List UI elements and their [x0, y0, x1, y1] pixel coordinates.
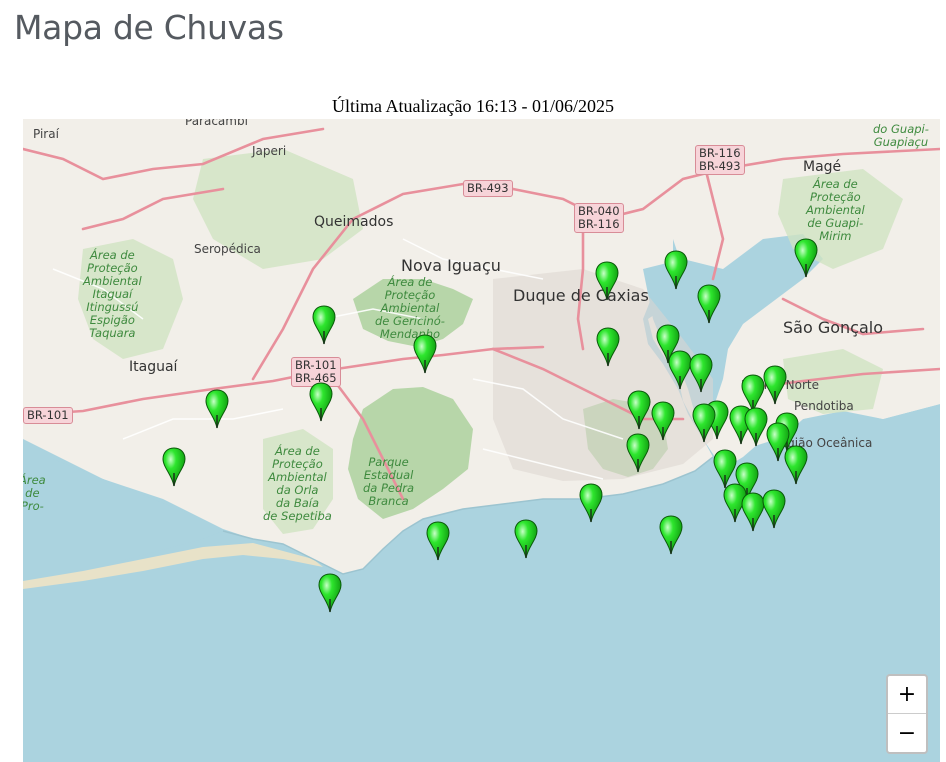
shield-br493: BR-493 [463, 180, 513, 197]
place-sao-goncalo: São Gonçalo [783, 318, 883, 337]
zoom-in-button[interactable]: + [888, 676, 926, 714]
rain-station-marker-icon[interactable] [161, 447, 187, 487]
rain-station-marker-icon[interactable] [783, 445, 809, 485]
rain-station-marker-icon[interactable] [691, 403, 717, 443]
rain-station-marker-icon[interactable] [204, 389, 230, 429]
zoom-control: + − [886, 674, 928, 754]
rain-station-marker-icon[interactable] [696, 284, 722, 324]
rain-map[interactable]: Piraí Paracambi Japeri Queimados Seropéd… [23, 119, 940, 762]
area-itingussu: Área de Proteção Ambiental Itaguaí Iting… [83, 248, 142, 340]
area-guapi-guapiacu: do Guapi- Guapiaçu [873, 122, 929, 149]
place-duque-de-caxias: Duque de Caxias [513, 286, 649, 305]
rain-station-marker-icon[interactable] [311, 305, 337, 345]
shield-br101: BR-101 [23, 407, 73, 424]
rain-station-marker-icon[interactable] [626, 390, 652, 430]
place-nova-iguacu: Nova Iguaçu [401, 256, 501, 275]
rain-station-marker-icon[interactable] [793, 238, 819, 278]
rain-station-marker-icon[interactable] [762, 365, 788, 405]
place-queimados: Queimados [314, 214, 394, 230]
place-japeri: Japeri [252, 144, 287, 158]
rain-station-marker-icon[interactable] [412, 334, 438, 374]
place-itaguai: Itaguaí [129, 359, 178, 375]
area-pedra-branca: Parque Estadual da Pedra Branca [363, 455, 415, 508]
rain-station-marker-icon[interactable] [688, 353, 714, 393]
rain-station-marker-icon[interactable] [650, 400, 676, 441]
rain-station-marker-icon[interactable] [317, 573, 343, 613]
rain-station-marker-icon[interactable] [578, 483, 604, 523]
shield-br116-br493: BR-116 BR-493 [695, 145, 745, 175]
place-pirai: Piraí [33, 127, 59, 141]
rain-station-marker-icon[interactable] [761, 489, 787, 529]
area-guapi-mirim: Área de Proteção Ambiental de Guapi- Mir… [806, 177, 865, 243]
zoom-out-button[interactable]: − [888, 714, 926, 752]
rain-station-marker-icon[interactable] [308, 382, 334, 422]
shield-br040-br116: BR-040 BR-116 [574, 203, 624, 233]
place-paracambi: Paracambi [185, 119, 248, 128]
rain-station-marker-icon[interactable] [658, 515, 684, 555]
area-orla: Área de Proteção Ambiental da Orla da Ba… [263, 444, 332, 523]
rain-station-marker-icon[interactable] [513, 519, 539, 559]
area-gericino: Área de Proteção Ambiental de Gericinó- … [375, 275, 445, 341]
place-mage: Magé [803, 159, 842, 175]
rain-station-marker-icon[interactable] [594, 261, 620, 301]
rain-station-marker-icon[interactable] [625, 433, 651, 473]
last-update-text: Última Atualização 16:13 - 01/06/2025 [332, 96, 614, 116]
place-pendotiba: Pendotiba [794, 399, 854, 413]
place-seropedica: Seropédica [194, 242, 261, 256]
rain-station-marker-icon[interactable] [663, 250, 689, 290]
rain-station-marker-icon[interactable] [425, 521, 451, 561]
area-guaratiba: Área de Pro- [23, 473, 46, 513]
rain-station-marker-icon[interactable] [595, 327, 621, 367]
page-title: Mapa de Chuvas [14, 8, 284, 47]
